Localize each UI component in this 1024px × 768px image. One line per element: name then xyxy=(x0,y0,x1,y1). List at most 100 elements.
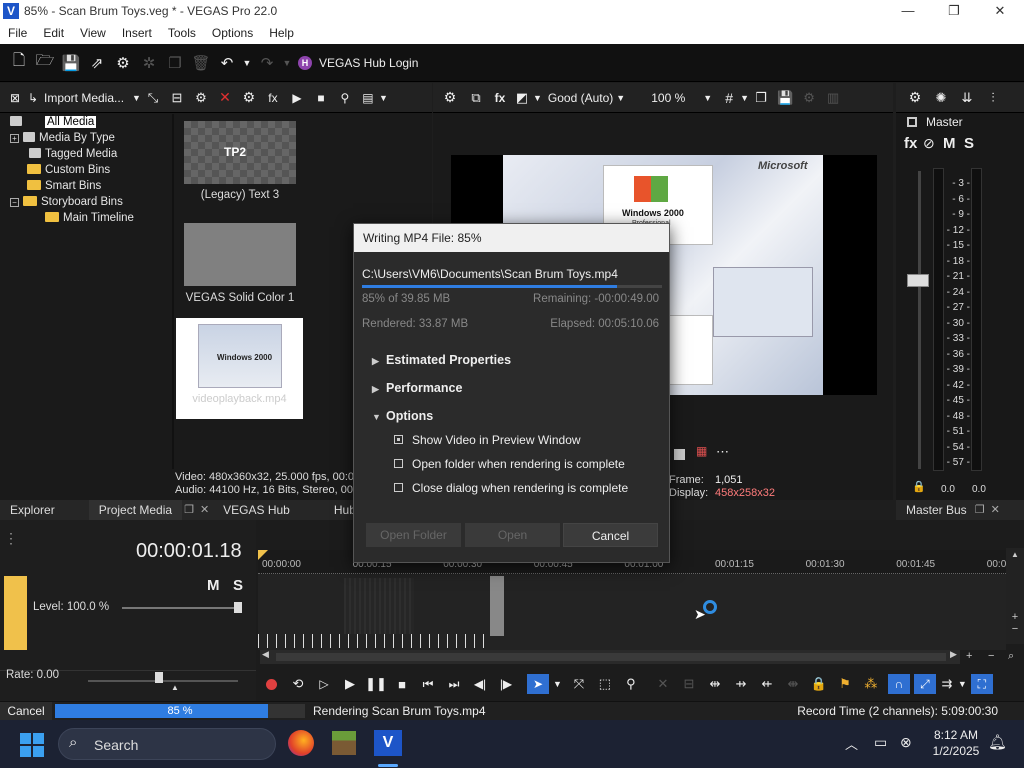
tab-master-bus[interactable]: Master Bus xyxy=(896,500,973,520)
pause-icon[interactable]: ❚❚ xyxy=(363,676,389,692)
split-icon[interactable]: ⇹ xyxy=(702,676,728,692)
thumb-legacy-text[interactable]: TP2 xyxy=(184,121,296,184)
volume-muted-icon[interactable]: ⊗ xyxy=(900,734,912,751)
master-settings-gear-icon[interactable]: ⚙ xyxy=(902,89,928,106)
collapse-icon[interactable]: − xyxy=(10,198,19,207)
tab-vegas-hub[interactable]: VEGAS Hub xyxy=(213,500,300,520)
zoom-track-out-icon[interactable]: − xyxy=(1006,623,1024,635)
lock-envelopes-icon[interactable]: ⛶ xyxy=(970,674,993,694)
vegas-taskbar-icon[interactable]: V xyxy=(374,730,402,756)
clock-date[interactable]: 1/2/2025 xyxy=(928,744,984,758)
render-as-icon[interactable]: ⇗ xyxy=(84,54,110,72)
master-mute-button[interactable]: M xyxy=(943,135,956,152)
previous-frame-icon[interactable]: ◀| xyxy=(467,677,493,691)
zoom-in-icon[interactable]: + xyxy=(966,650,972,662)
vegas-hub-login-label[interactable]: VEGAS Hub Login xyxy=(319,56,418,70)
open-button[interactable]: Open xyxy=(465,523,560,547)
stop-icon[interactable]: ■ xyxy=(309,91,333,105)
menu-view[interactable]: View xyxy=(72,22,114,44)
snapping-icon[interactable]: ∩ xyxy=(887,674,910,694)
auto-ripple-icon[interactable]: ⇉ xyxy=(936,676,958,692)
close-dialog-checkbox[interactable]: Close dialog when rendering is complete xyxy=(394,481,628,495)
menu-tools[interactable]: Tools xyxy=(160,22,204,44)
save-icon[interactable]: 💾 xyxy=(58,54,84,72)
taskbar-search-box[interactable]: ⌕ Search xyxy=(58,728,276,760)
tree-item-smart-bins[interactable]: Smart Bins xyxy=(10,178,170,194)
grid-dropdown-icon[interactable]: ▼ xyxy=(740,93,749,103)
status-cancel-button[interactable]: Cancel xyxy=(0,702,52,720)
rate-slider-track[interactable] xyxy=(88,680,238,682)
menu-file[interactable]: File xyxy=(0,22,35,44)
new-file-icon[interactable]: 🗋 xyxy=(6,50,32,75)
region-icon[interactable]: ⁂ xyxy=(858,676,884,692)
fx-icon[interactable]: fx xyxy=(261,91,285,105)
stop-icon[interactable]: ■ xyxy=(389,677,415,692)
open-folder-icon[interactable]: 🗁 xyxy=(32,50,58,75)
dock-icon[interactable]: ❐ xyxy=(182,500,196,520)
overlay-icon[interactable]: ⚙ xyxy=(797,90,821,106)
zoom-out-icon[interactable]: − xyxy=(988,650,994,662)
auto-preview-icon[interactable]: ⚲ xyxy=(333,91,357,105)
master-automation-icon[interactable]: ⊘ xyxy=(923,135,935,152)
properties-gear-icon[interactable]: ⚙ xyxy=(237,89,261,106)
firefox-icon[interactable] xyxy=(288,730,314,756)
level-slider-handle[interactable] xyxy=(234,602,242,613)
trim-start-icon[interactable]: ⇸ xyxy=(728,676,754,692)
loop-icon[interactable]: ⟲ xyxy=(285,676,311,692)
tree-item-all-media[interactable]: All Media xyxy=(10,114,170,130)
views-dropdown-icon[interactable]: ▼ xyxy=(379,93,388,103)
copy-snapshot-icon[interactable]: ❐ xyxy=(749,90,773,106)
save-snapshot-icon[interactable]: 💾 xyxy=(773,90,797,106)
import-media-button[interactable]: Import Media... xyxy=(44,91,124,105)
menu-insert[interactable]: Insert xyxy=(114,22,160,44)
expand-icon[interactable]: + xyxy=(10,134,19,143)
normal-edit-tool-icon[interactable]: ➤ xyxy=(527,674,549,694)
cancel-render-button[interactable]: Cancel xyxy=(563,523,658,547)
scroll-up-icon[interactable]: ▲ xyxy=(1006,550,1024,559)
tree-item-custom-bins[interactable]: Custom Bins xyxy=(10,162,170,178)
estimated-properties-expander[interactable]: ▶ Estimated Properties xyxy=(372,353,511,367)
zoom-search-icon[interactable]: ⌕ xyxy=(1008,650,1014,663)
trim-end-icon[interactable]: ⇷ xyxy=(754,676,780,692)
zoom-dropdown-icon[interactable]: ▼ xyxy=(703,93,712,103)
video-fx-icon[interactable]: fx xyxy=(489,91,511,105)
ripple-dropdown-icon[interactable]: ▼ xyxy=(958,679,967,689)
lock-icon[interactable]: 🔒 xyxy=(912,480,926,493)
split-screen-icon[interactable]: ◩ xyxy=(511,90,533,106)
trim-icon[interactable]: ⊟ xyxy=(676,676,702,692)
marker-icon[interactable]: ⚑ xyxy=(832,676,858,692)
minecraft-icon[interactable] xyxy=(332,731,356,755)
delete-tool-icon[interactable]: ✕ xyxy=(650,676,676,692)
tree-item-media-by-type[interactable]: + Media By Type xyxy=(10,130,170,146)
tab-close-icon[interactable]: ✕ xyxy=(196,500,213,520)
notification-bell-icon[interactable]: 🔔︎ xyxy=(988,733,1007,751)
audio-clip-region[interactable] xyxy=(344,578,414,636)
clock-time[interactable]: 8:12 AM xyxy=(930,728,982,742)
tab-close-icon[interactable]: ✕ xyxy=(987,500,1004,520)
text-event-clip[interactable] xyxy=(490,576,504,636)
master-fx-icon[interactable]: fx xyxy=(904,135,917,152)
zoom-tool-icon[interactable]: ⚲ xyxy=(618,676,644,692)
copy-icon[interactable]: ❐ xyxy=(162,54,188,72)
more-options-icon[interactable]: ⋯ xyxy=(716,444,729,460)
show-video-checkbox[interactable]: Show Video in Preview Window xyxy=(394,433,581,447)
level-slider-track[interactable] xyxy=(122,607,240,609)
next-frame-icon[interactable]: |▶ xyxy=(493,677,519,691)
undo-icon[interactable]: ↶ xyxy=(214,54,240,72)
vegas-hub-icon[interactable]: H xyxy=(298,55,312,70)
close-button[interactable]: ✕ xyxy=(977,0,1023,22)
tab-explorer[interactable]: Explorer xyxy=(0,500,65,520)
quality-dropdown-icon[interactable]: ▼ xyxy=(616,93,625,103)
get-media-icon[interactable]: ⤡ xyxy=(141,90,165,106)
auto-crossfade-icon[interactable]: ⤢ xyxy=(913,674,936,694)
timecode-display[interactable]: 00:00:01.18 xyxy=(136,540,242,563)
thumb-video[interactable]: Windows 2000 videoplayback.mp4 xyxy=(176,318,303,419)
scroll-left-icon[interactable]: ◀ xyxy=(262,649,269,660)
go-to-end-icon[interactable]: ⏭ xyxy=(441,677,467,692)
master-solo-button[interactable]: S xyxy=(964,135,974,152)
tray-chevron-up-icon[interactable]: ︿ xyxy=(845,734,858,753)
zoom-track-in-icon[interactable]: + xyxy=(1006,611,1024,623)
scroll-right-icon[interactable]: ▶ xyxy=(950,649,957,660)
split-dropdown-icon[interactable]: ▼ xyxy=(533,93,542,103)
master-fader-handle[interactable] xyxy=(907,274,929,287)
